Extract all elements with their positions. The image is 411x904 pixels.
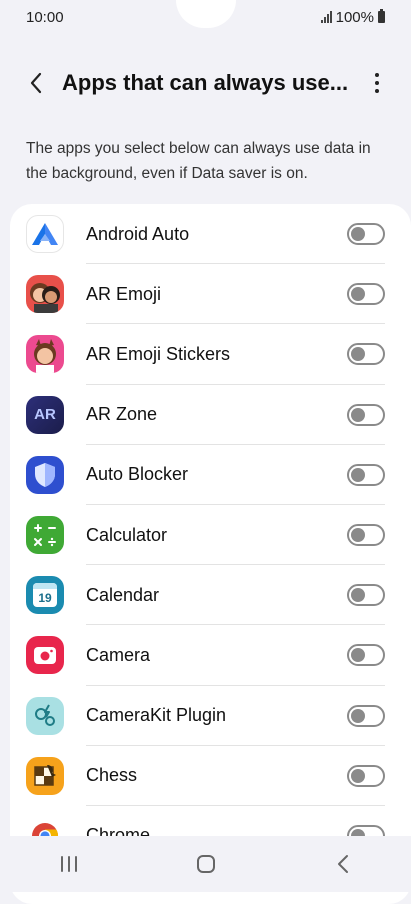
toggle-switch[interactable] bbox=[347, 343, 385, 366]
calculator-icon bbox=[26, 516, 64, 555]
list-item-ar-zone[interactable]: AR AR Zone bbox=[10, 385, 411, 445]
header: Apps that can always use... bbox=[0, 58, 411, 108]
toggle-switch[interactable] bbox=[347, 524, 385, 547]
app-name: Auto Blocker bbox=[86, 464, 189, 485]
toggle-switch[interactable] bbox=[347, 223, 385, 246]
calendar-icon-day: 19 bbox=[38, 591, 52, 606]
battery-icon bbox=[378, 9, 385, 23]
home-button[interactable] bbox=[176, 844, 236, 884]
ar-emoji-stickers-icon bbox=[26, 335, 64, 374]
toggle-switch[interactable] bbox=[347, 584, 385, 607]
camerakit-icon bbox=[26, 696, 64, 735]
recent-apps-button[interactable] bbox=[39, 844, 99, 884]
navigation-bar bbox=[0, 836, 411, 892]
list-item-camera[interactable]: Camera bbox=[10, 625, 411, 686]
page-title: Apps that can always use... bbox=[62, 70, 349, 95]
app-name: Calendar bbox=[86, 584, 160, 605]
list-item-ar-emoji-stickers[interactable]: AR Emoji Stickers bbox=[10, 324, 411, 385]
recent-apps-icon bbox=[60, 856, 77, 872]
list-item-chess[interactable]: Chess bbox=[10, 746, 411, 806]
app-name: Chess bbox=[86, 765, 138, 786]
app-name: AR Emoji bbox=[86, 283, 162, 304]
app-name: AR Zone bbox=[86, 404, 158, 425]
ar-zone-icon: AR bbox=[26, 395, 64, 434]
android-auto-icon bbox=[26, 215, 64, 254]
back-arrow-icon bbox=[30, 72, 42, 94]
list-item-auto-blocker[interactable]: Auto Blocker bbox=[10, 445, 411, 505]
calendar-icon: 19 bbox=[26, 576, 64, 615]
list-item-ar-emoji[interactable]: AR Emoji bbox=[10, 264, 411, 325]
status-time: 10:00 bbox=[26, 8, 64, 26]
toggle-switch[interactable] bbox=[347, 644, 385, 667]
list-item-calculator[interactable]: Calculator bbox=[10, 505, 411, 566]
status-bar: 10:00 100% bbox=[0, 0, 411, 34]
signal-icon bbox=[320, 11, 332, 23]
more-options-button[interactable] bbox=[365, 68, 389, 98]
app-list: Android Auto AR Emoji AR Emoji Stickers … bbox=[10, 204, 411, 904]
app-name: Camera bbox=[86, 644, 151, 665]
home-icon bbox=[196, 855, 215, 873]
app-name: CameraKit Plugin bbox=[86, 705, 227, 726]
toggle-switch[interactable] bbox=[347, 403, 385, 426]
back-nav-icon bbox=[337, 855, 348, 873]
app-name: AR Emoji Stickers bbox=[86, 343, 231, 364]
app-name: Calculator bbox=[86, 524, 168, 545]
battery-percent: 100% bbox=[335, 8, 374, 26]
list-item-android-auto[interactable]: Android Auto bbox=[10, 204, 411, 265]
toggle-switch[interactable] bbox=[347, 704, 385, 727]
shield-icon bbox=[26, 455, 64, 494]
camera-icon bbox=[26, 636, 64, 675]
back-nav-button[interactable] bbox=[313, 844, 373, 884]
camera-notch bbox=[175, 0, 236, 28]
ar-zone-icon-text: AR bbox=[34, 406, 56, 424]
list-item-camerakit-plugin[interactable]: CameraKit Plugin bbox=[10, 686, 411, 746]
toggle-switch[interactable] bbox=[347, 764, 385, 787]
description-text: The apps you select below can always use… bbox=[26, 140, 371, 182]
ar-emoji-icon bbox=[26, 275, 64, 314]
list-item-calendar[interactable]: 19 Calendar bbox=[10, 565, 411, 626]
status-icons: 100% bbox=[320, 8, 385, 26]
app-name: Android Auto bbox=[86, 223, 190, 244]
chess-icon bbox=[26, 756, 64, 795]
toggle-switch[interactable] bbox=[347, 283, 385, 306]
toggle-switch[interactable] bbox=[347, 463, 385, 486]
back-button[interactable] bbox=[16, 63, 56, 103]
